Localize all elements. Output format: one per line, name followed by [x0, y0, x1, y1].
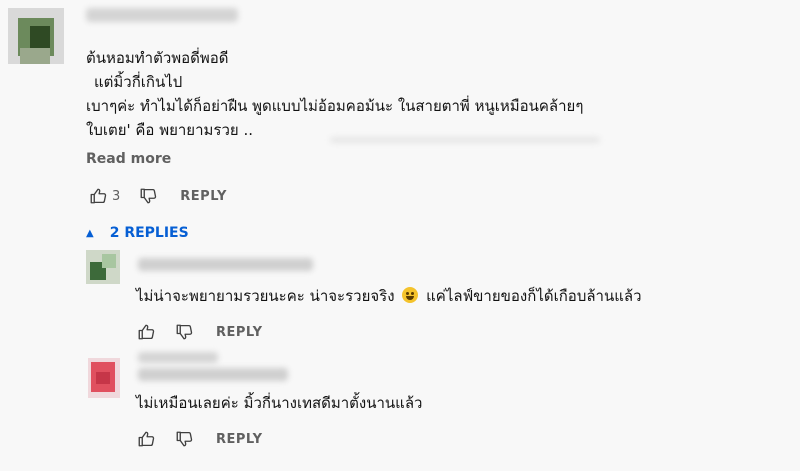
replies-count-label: 2 REPLIES — [109, 225, 189, 241]
like-icon[interactable] — [86, 184, 110, 208]
replies-toggle[interactable]: ▲ 2 REPLIES — [86, 223, 189, 243]
author-name-blurred[interactable] — [138, 258, 313, 271]
reply-button[interactable]: REPLY — [216, 325, 263, 340]
avatar[interactable] — [86, 250, 120, 284]
comment-actions: 3 REPLY — [86, 184, 227, 208]
reply-button[interactable]: REPLY — [180, 189, 227, 204]
reply-text: ไม่น่าจะพยายามรวยนะคะ น่าจะรวยจริง แค่ไล… — [136, 287, 642, 305]
reply-actions: REPLY — [134, 320, 263, 344]
reply-button[interactable]: REPLY — [216, 432, 263, 447]
comment-text-line: เบาๆค่ะ ทำไมได้ก็อย่าฝืน พูดแบบไม่อ้อมคอ… — [86, 97, 584, 115]
dislike-icon[interactable] — [136, 184, 160, 208]
reply-text: ไม่เหมือนเลยค่ะ มิ้วกี่นางเทสดีมาตั้งนาน… — [136, 394, 423, 412]
comment-text-line: ใบเตย' คือ พยายามรวย .. — [86, 121, 253, 139]
caret-up-icon: ▲ — [86, 227, 94, 239]
grinning-sweat-emoji-icon — [402, 287, 419, 303]
comment-text-line: แต่มิ้วกี่เกินไป — [94, 73, 183, 91]
read-more-link[interactable]: Read more — [86, 151, 171, 167]
blurred-text — [330, 137, 600, 143]
like-count: 3 — [112, 188, 121, 204]
comment-text-line: ต้นหอมทำตัวพอดี่พอดี — [86, 49, 229, 67]
dislike-icon[interactable] — [172, 427, 196, 451]
like-icon[interactable] — [134, 427, 158, 451]
author-name-blurred[interactable] — [138, 352, 218, 363]
avatar[interactable] — [88, 358, 120, 398]
dislike-icon[interactable] — [172, 320, 196, 344]
author-name-blurred — [138, 368, 288, 381]
author-name-blurred[interactable] — [86, 8, 238, 22]
reply-actions: REPLY — [134, 427, 263, 451]
like-icon[interactable] — [134, 320, 158, 344]
avatar[interactable] — [8, 8, 64, 64]
